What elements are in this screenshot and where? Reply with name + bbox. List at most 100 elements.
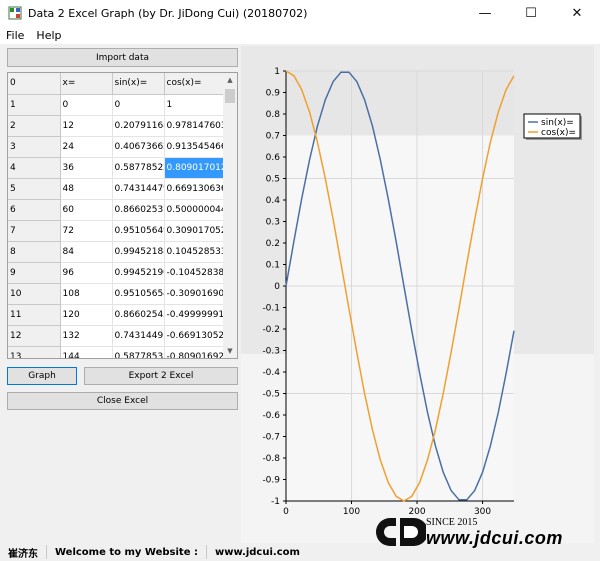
table-cell[interactable]: 96 [60,262,113,284]
legend-label-cos: cos(x)= [541,128,576,138]
table-cell[interactable]: -0.66913052 [164,325,225,347]
table-cell[interactable]: 0.5877852280 [112,157,165,179]
table-cell[interactable]: 36 [60,157,113,179]
table-cell[interactable]: 120 [60,304,113,326]
table-row: 6600.86602537900.5000000440 [8,199,225,221]
table-cell[interactable]: 24 [60,136,113,158]
table-cell[interactable]: -0.80901692 [164,346,225,358]
table-cell[interactable]: 0.9945219040 [112,262,165,284]
table-cell[interactable]: 0.8660253790 [112,199,165,221]
table-cell[interactable]: -0.309016900 [164,283,225,305]
row-header[interactable]: 13 [8,346,61,358]
table-cell[interactable]: 0.9510565440 [112,283,165,305]
line-chart: 1 0.9 0.8 0.7 0.6 0.5 0.4 0.3 0.2 0.1 0 -0.1 -0.2 -0.… [241,46,594,544]
table-cell[interactable]: 144 [60,346,113,358]
app-icon [8,6,22,20]
table-row: 111200.8660254540-0.499999910 [8,304,225,326]
menu-file[interactable]: File [0,29,30,42]
y-tick-label: 0.2 [266,239,280,249]
table-cell[interactable]: 0.9135454660 [164,136,225,158]
y-tick-label: 0.3 [266,218,280,228]
y-tick-label: -0.2 [262,325,280,335]
y-tick-label: -0.7 [262,433,280,443]
table-cell[interactable]: 72 [60,220,113,242]
table-cell[interactable]: 48 [60,178,113,200]
table-cell[interactable]: 0 [112,94,165,116]
close-excel-button[interactable]: Close Excel [7,392,238,410]
y-tick-label: 0.1 [266,261,280,271]
y-tick-label: 1 [274,67,280,77]
table-cell[interactable]: 0.8660254540 [112,304,165,326]
plot-area: 1 0.9 0.8 0.7 0.6 0.5 0.4 0.3 0.2 0.1 0 -0.1 -0.2 -0.… [241,46,594,544]
y-tick-label: 0.5 [266,175,280,185]
table-cell[interactable]: 60 [60,199,113,221]
row-header[interactable]: 6 [8,199,61,221]
table-cell[interactable]: 0 [60,94,113,116]
table-cell[interactable]: -0.104528380 [164,262,225,284]
author-name: 崔济东 [0,545,47,560]
table-row: 5480.74314479500.6691306360 [8,178,225,200]
row-header[interactable]: 5 [8,178,61,200]
title-bar: Data 2 Excel Graph (by Dr. JiDong Cui) (… [0,0,600,26]
table-cell[interactable]: 84 [60,241,113,263]
grid-scrollbar[interactable]: ▲ ▼ [223,73,237,358]
table-cell[interactable]: 0.5000000440 [164,199,225,221]
table-cell[interactable]: 12 [60,115,113,137]
table-cell[interactable]: -0.499999910 [164,304,225,326]
table-cell[interactable]: 1 [164,94,225,116]
y-tick-label: -0.3 [262,347,280,357]
table-cell[interactable]: 0.58778535 [112,346,165,358]
table-cell[interactable]: 0.9781476030 [164,115,225,137]
minimize-button[interactable]: — [462,0,508,26]
table-cell[interactable]: 0.8090170120 [164,157,225,179]
import-data-button[interactable]: Import data [7,48,238,67]
window-title: Data 2 Excel Graph (by Dr. JiDong Cui) (… [28,6,308,20]
table-cell[interactable]: 0.7431447950 [112,178,165,200]
watermark-since: SINCE 2015 [426,517,478,528]
table-row: 8840.99452188800.1045285330 [8,241,225,263]
column-header[interactable]: 0 [8,73,61,95]
table-cell[interactable]: 0.2079116810 [112,115,165,137]
data-grid[interactable]: 0x=sin(x)=cos(x)=10012120.20791168100.97… [7,72,238,359]
row-header[interactable]: 7 [8,220,61,242]
maximize-button[interactable]: ☐ [508,0,554,26]
row-header[interactable]: 10 [8,283,61,305]
y-tick-label: -0.9 [262,476,280,486]
table-cell[interactable]: 0.4067366250 [112,136,165,158]
table-cell[interactable]: 0.6691306360 [164,178,225,200]
y-tick-label: 0.6 [266,153,281,163]
table-cell[interactable]: 0.9510564980 [112,220,165,242]
scroll-thumb[interactable] [225,89,235,103]
table-cell[interactable]: 0.3090170520 [164,220,225,242]
website-link[interactable]: www.jdcui.com [207,545,308,559]
welcome-text: Welcome to my Website : [47,545,207,559]
row-header[interactable]: 8 [8,241,61,263]
x-tick-label: 0 [283,507,289,517]
y-tick-label: 0.8 [266,110,281,120]
row-header[interactable]: 12 [8,325,61,347]
row-header[interactable]: 4 [8,157,61,179]
export-excel-button[interactable]: Export 2 Excel [84,367,238,385]
row-header[interactable]: 9 [8,262,61,284]
scroll-up-icon[interactable]: ▲ [223,73,237,87]
row-header[interactable]: 11 [8,304,61,326]
graph-button[interactable]: Graph [7,367,77,385]
column-header[interactable]: sin(x)= [112,73,165,95]
row-header[interactable]: 2 [8,115,61,137]
table-cell[interactable]: 0.7431449 [112,325,165,347]
table-cell[interactable]: 108 [60,283,113,305]
row-header[interactable]: 1 [8,94,61,116]
y-tick-label: -0.4 [262,368,280,378]
logo-icon [376,518,428,546]
y-tick-label: -0.5 [262,390,280,400]
table-cell[interactable]: 0.9945218880 [112,241,165,263]
row-header[interactable]: 3 [8,136,61,158]
table-row: 2120.20791168100.9781476030 [8,115,225,137]
menu-help[interactable]: Help [30,29,67,42]
scroll-down-icon[interactable]: ▼ [223,344,237,358]
column-header[interactable]: cos(x)= [164,73,225,95]
close-window-button[interactable]: ✕ [554,0,600,26]
column-header[interactable]: x= [60,73,113,95]
table-cell[interactable]: 132 [60,325,113,347]
table-cell[interactable]: 0.1045285330 [164,241,225,263]
